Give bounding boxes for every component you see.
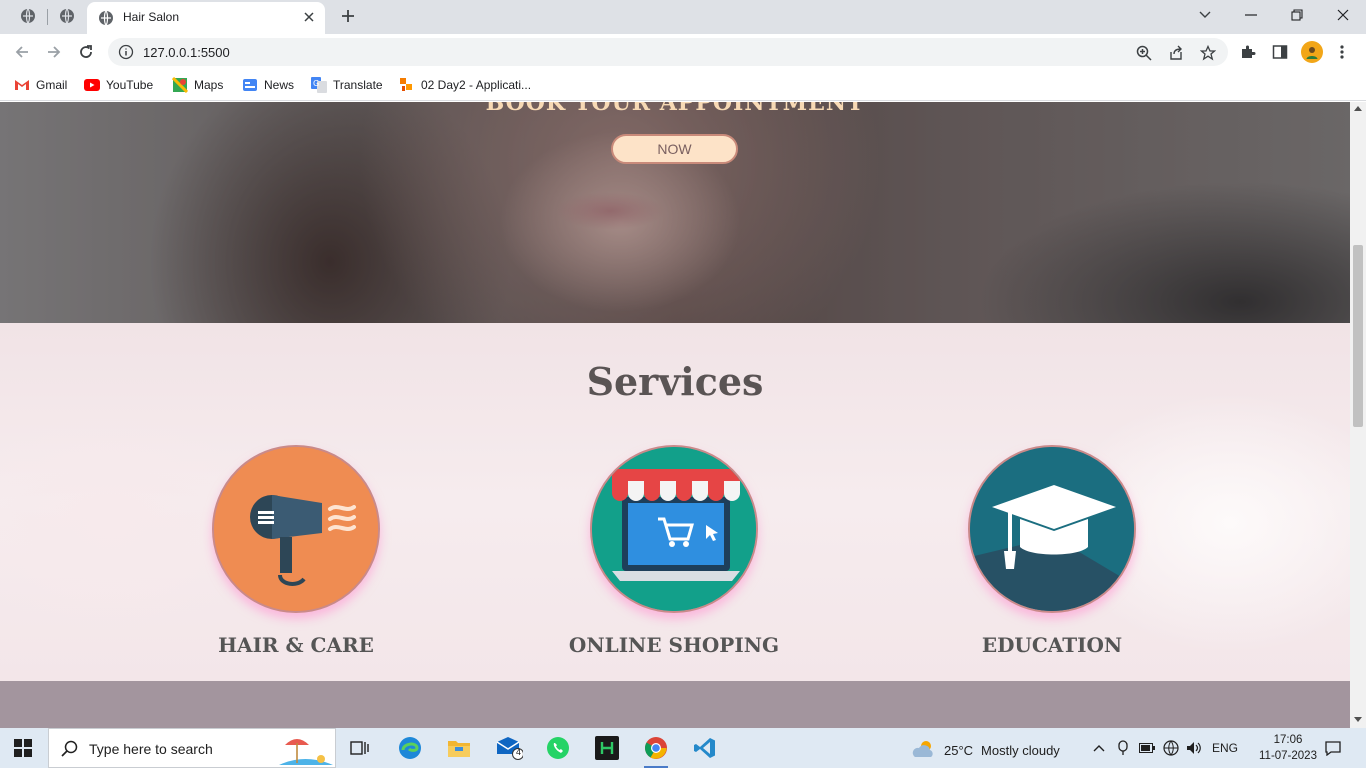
close-window-icon[interactable] bbox=[1331, 4, 1355, 26]
scroll-up-arrow-icon[interactable] bbox=[1354, 106, 1362, 111]
menu-kebab-icon[interactable] bbox=[1332, 42, 1352, 62]
volume-icon[interactable] bbox=[1186, 740, 1202, 756]
back-arrow-icon[interactable] bbox=[12, 42, 32, 62]
tab-active[interactable]: Hair Salon bbox=[87, 2, 325, 34]
app-icon bbox=[399, 77, 415, 93]
hackerrank-icon[interactable] bbox=[593, 734, 621, 762]
translate-icon: G bbox=[311, 77, 327, 93]
meet-now-icon[interactable] bbox=[1115, 740, 1131, 756]
vscode-icon[interactable] bbox=[691, 734, 719, 762]
cloudy-weather-icon bbox=[912, 739, 936, 762]
hair-dryer-icon bbox=[214, 447, 378, 611]
services-section: Services HAIR & CARE ONLINE SHOPING EDUC… bbox=[0, 323, 1350, 681]
battery-icon[interactable] bbox=[1139, 740, 1155, 756]
minimize-icon[interactable] bbox=[1239, 4, 1263, 26]
maps-icon bbox=[172, 77, 188, 93]
service-online-shopping-card[interactable] bbox=[590, 445, 758, 613]
bookmark-star-icon[interactable] bbox=[1199, 44, 1217, 62]
tab-title: Hair Salon bbox=[123, 10, 180, 24]
clock-date: 11-07-2023 bbox=[1259, 750, 1317, 762]
tab-separator bbox=[47, 9, 48, 25]
scrollbar-thumb[interactable] bbox=[1353, 245, 1363, 427]
bookmark-label: 02 Day2 - Applicati... bbox=[421, 78, 532, 92]
taskbar-search-box[interactable]: Type here to search bbox=[48, 728, 336, 768]
weather-widget[interactable]: 25°C Mostly cloudy bbox=[912, 739, 1060, 762]
bookmark-label: Maps bbox=[194, 78, 224, 92]
bookmark-translate[interactable]: G Translate bbox=[311, 76, 383, 94]
notifications-icon[interactable] bbox=[1325, 740, 1341, 756]
bookmark-label: YouTube bbox=[106, 78, 154, 92]
clock[interactable]: 17:06 11-07-2023 bbox=[1253, 732, 1323, 764]
service-education-card[interactable] bbox=[968, 445, 1136, 613]
extensions-puzzle-icon[interactable] bbox=[1238, 42, 1258, 62]
footer-band bbox=[0, 681, 1350, 728]
youtube-icon bbox=[84, 77, 100, 93]
book-now-button[interactable]: NOW bbox=[611, 134, 738, 164]
bookmark-gmail[interactable]: Gmail bbox=[14, 76, 67, 94]
browser-toolbar: 127.0.0.1:5500 bbox=[0, 34, 1366, 70]
service-label-education: EDUCATION bbox=[981, 633, 1123, 657]
services-title: Services bbox=[586, 359, 764, 404]
search-highlight-illustration bbox=[275, 731, 335, 768]
tab-favicon-globe-icon[interactable] bbox=[57, 6, 77, 26]
profile-avatar[interactable] bbox=[1301, 41, 1323, 63]
language-indicator[interactable]: ENG bbox=[1212, 741, 1238, 755]
gmail-icon bbox=[14, 77, 30, 93]
bookmark-youtube[interactable]: YouTube bbox=[84, 76, 153, 94]
globe-icon bbox=[98, 10, 114, 31]
hero-heading: BOOK YOUR APPOINTMENT bbox=[485, 102, 865, 116]
tab-strip: Hair Salon bbox=[0, 0, 1366, 34]
network-globe-icon[interactable] bbox=[1163, 740, 1179, 756]
svg-text:G: G bbox=[313, 79, 319, 88]
edge-browser-icon[interactable] bbox=[396, 734, 424, 762]
service-hair-care-card[interactable] bbox=[212, 445, 380, 613]
mail-icon[interactable]: 4 bbox=[495, 734, 523, 762]
search-placeholder: Type here to search bbox=[89, 741, 213, 757]
task-view-icon[interactable] bbox=[346, 734, 374, 762]
windows-start-icon[interactable] bbox=[14, 739, 32, 762]
bookmark-label: Translate bbox=[333, 78, 383, 92]
zoom-icon[interactable] bbox=[1135, 44, 1153, 62]
bookmarks-bar: Gmail YouTube Maps News G Translate 02 D… bbox=[0, 70, 1366, 101]
bookmark-label: News bbox=[264, 78, 295, 92]
reload-icon[interactable] bbox=[76, 42, 96, 62]
close-tab-icon[interactable] bbox=[301, 9, 317, 25]
chrome-icon[interactable] bbox=[642, 734, 670, 768]
online-shop-icon bbox=[592, 447, 756, 611]
mail-badge: 4 bbox=[516, 747, 522, 757]
weather-text: Mostly cloudy bbox=[981, 743, 1060, 758]
address-bar[interactable]: 127.0.0.1:5500 bbox=[108, 38, 1228, 66]
bookmark-maps[interactable]: Maps bbox=[172, 76, 223, 94]
tray-chevron-up-icon[interactable] bbox=[1091, 740, 1107, 756]
forward-arrow-icon[interactable] bbox=[44, 42, 64, 62]
bookmark-news[interactable]: News bbox=[242, 76, 294, 94]
bookmark-app[interactable]: 02 Day2 - Applicati... bbox=[399, 76, 531, 94]
share-icon[interactable] bbox=[1167, 44, 1185, 62]
search-icon bbox=[61, 740, 79, 763]
tab-search-chevron-icon[interactable] bbox=[1193, 4, 1217, 26]
page-viewport: BOOK YOUR APPOINTMENT NOW Services HAIR … bbox=[0, 102, 1350, 728]
taskbar: Type here to search 4 25°C Mostly cloudy… bbox=[0, 728, 1366, 768]
site-info-icon[interactable] bbox=[118, 44, 134, 65]
hero-section: BOOK YOUR APPOINTMENT NOW bbox=[0, 102, 1350, 323]
url-text[interactable]: 127.0.0.1:5500 bbox=[143, 45, 230, 60]
file-explorer-icon[interactable] bbox=[445, 734, 473, 762]
news-icon bbox=[242, 77, 258, 93]
service-label-hair-care: HAIR & CARE bbox=[218, 633, 374, 657]
service-label-online-shopping: ONLINE SHOPING bbox=[568, 633, 780, 657]
clock-time: 17:06 bbox=[1273, 734, 1303, 746]
tab-favicon-globe-icon[interactable] bbox=[18, 6, 38, 26]
restore-icon[interactable] bbox=[1285, 4, 1309, 26]
page-scrollbar[interactable] bbox=[1350, 102, 1366, 728]
weather-temp: 25°C bbox=[944, 743, 974, 758]
new-tab-plus-icon[interactable] bbox=[338, 6, 358, 26]
bookmark-label: Gmail bbox=[36, 78, 68, 92]
scroll-down-arrow-icon[interactable] bbox=[1354, 717, 1362, 722]
whatsapp-icon[interactable] bbox=[544, 734, 572, 762]
graduation-cap-icon bbox=[970, 447, 1134, 611]
side-panel-icon[interactable] bbox=[1270, 42, 1290, 62]
